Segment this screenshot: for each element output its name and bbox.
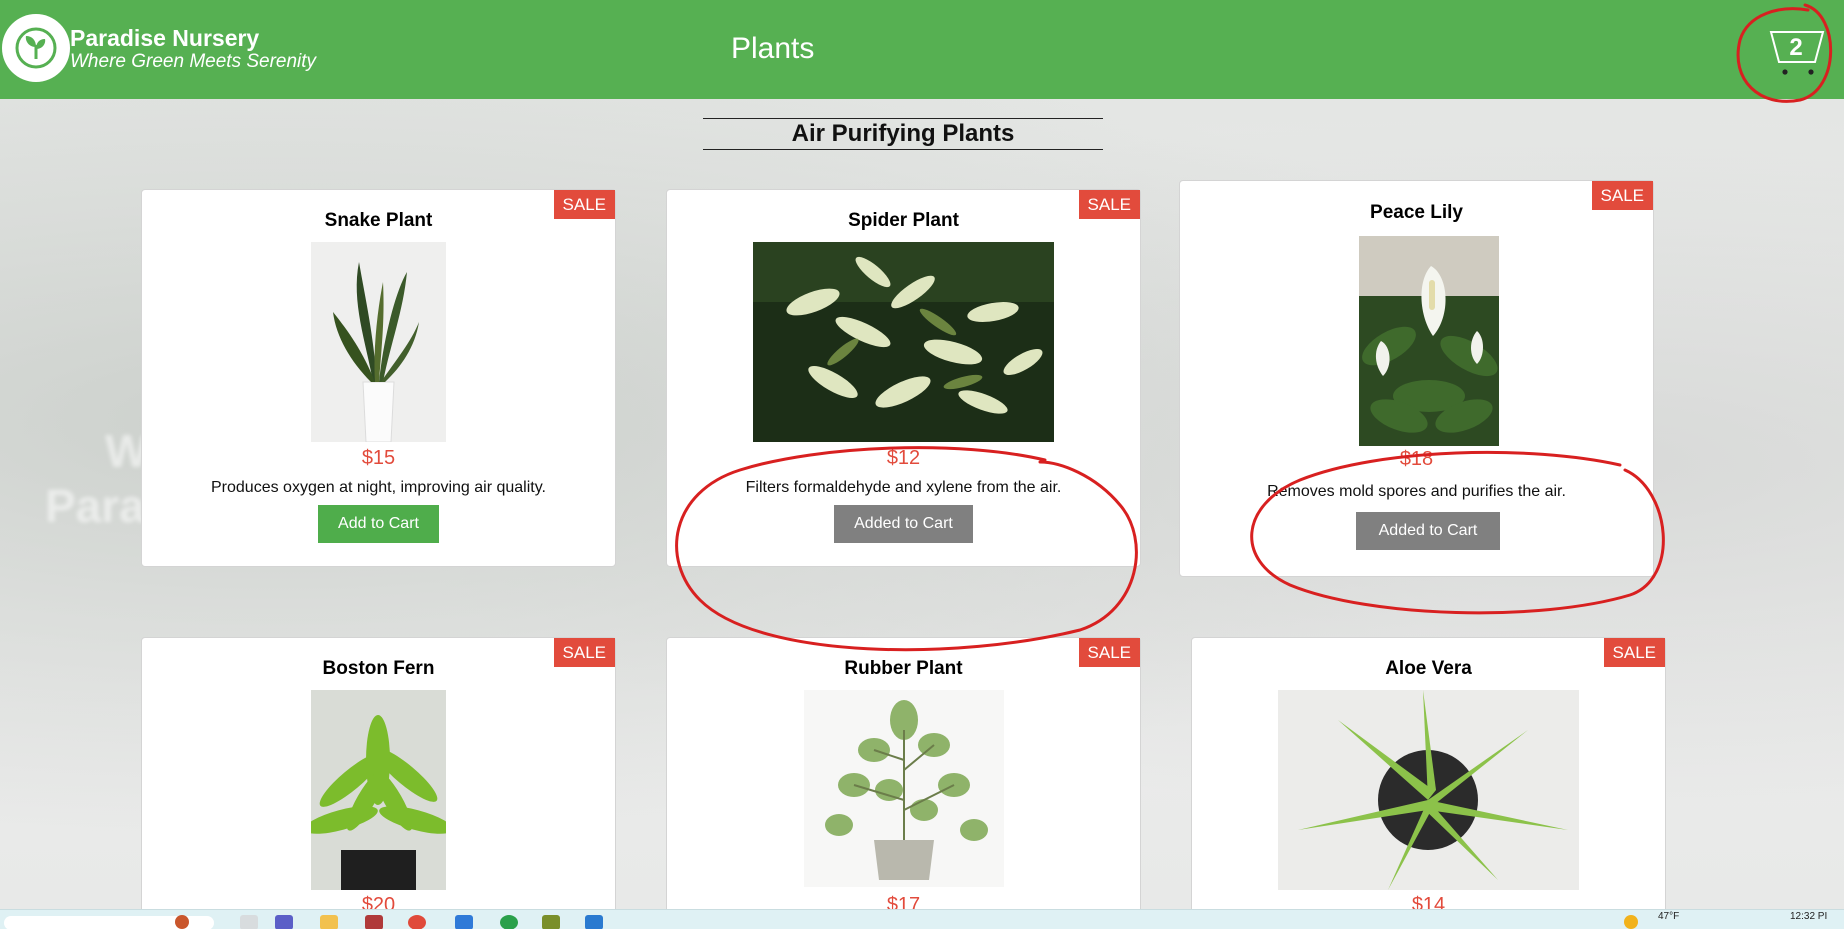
- plant-description: Filters formaldehyde and xylene from the…: [745, 479, 1062, 496]
- cart-button[interactable]: 2: [1765, 26, 1827, 80]
- cart-count-badge: 2: [1789, 34, 1803, 61]
- plant-price: $12: [886, 447, 921, 469]
- teams-icon[interactable]: [275, 915, 293, 929]
- brand-name: Paradise Nursery: [70, 25, 260, 51]
- plant-image: [1278, 690, 1579, 890]
- plant-image: [1359, 236, 1499, 446]
- plant-card: SALE Snake Plant $15 Produces oxygen at …: [141, 189, 616, 567]
- added-to-cart-button[interactable]: Added to Cart: [1356, 512, 1500, 550]
- add-to-cart-button[interactable]: Add to Cart: [318, 505, 439, 543]
- plant-image: [311, 690, 446, 890]
- plant-card: SALE Boston Fern $20: [141, 637, 616, 917]
- added-to-cart-button[interactable]: Added to Cart: [834, 505, 973, 543]
- plant-image: [311, 242, 446, 442]
- plant-card: SALE Peace Lily $18 Removes mold spores …: [1179, 180, 1654, 577]
- app-icon[interactable]: [455, 915, 473, 929]
- plant-description: Removes mold spores and purifies the air…: [1267, 483, 1566, 500]
- plant-name: Aloe Vera: [1385, 658, 1472, 679]
- app-icon[interactable]: [365, 915, 383, 929]
- blurred-hero-text: Para: [45, 480, 145, 532]
- plant-description: Produces oxygen at night, improving air …: [211, 479, 546, 496]
- nav-link-plants[interactable]: Plants: [731, 32, 814, 66]
- clock-time[interactable]: 12:32 PI: [1790, 911, 1827, 922]
- plant-card: SALE Rubber Plant $17: [666, 637, 1141, 917]
- sprout-icon: [15, 27, 57, 69]
- brand-tagline: Where Green Meets Serenity: [70, 51, 317, 72]
- plant-image: [804, 690, 1004, 887]
- plant-name: Snake Plant: [324, 210, 433, 231]
- section-title: Air Purifying Plants: [703, 118, 1103, 150]
- logo[interactable]: [2, 14, 70, 82]
- plant-image: [753, 242, 1054, 442]
- app-icon[interactable]: [542, 915, 560, 929]
- taskbar-file-icon[interactable]: [240, 915, 258, 929]
- navbar: Paradise Nursery Where Green Meets Seren…: [0, 0, 1844, 99]
- plant-card: SALE Spider Plant $12 Filters formaldehy…: [666, 189, 1141, 567]
- app-icon[interactable]: [500, 915, 518, 929]
- plant-name: Peace Lily: [1370, 202, 1463, 223]
- weather-temp: 47°F: [1658, 911, 1680, 922]
- plant-name: Boston Fern: [322, 658, 435, 679]
- plant-card: SALE Aloe Vera $14: [1191, 637, 1666, 917]
- taskbar: 47°F 12:32 PI: [0, 909, 1844, 929]
- vscode-icon[interactable]: [585, 915, 603, 929]
- chrome-icon[interactable]: [408, 915, 426, 929]
- plant-name: Rubber Plant: [844, 658, 963, 679]
- plant-price: $18: [1399, 448, 1434, 470]
- weather-icon[interactable]: [1624, 915, 1638, 929]
- plant-name: Spider Plant: [848, 210, 959, 231]
- taskbar-avatar-icon[interactable]: [175, 915, 189, 929]
- folder-icon[interactable]: [320, 915, 338, 929]
- plant-price: $15: [361, 447, 396, 469]
